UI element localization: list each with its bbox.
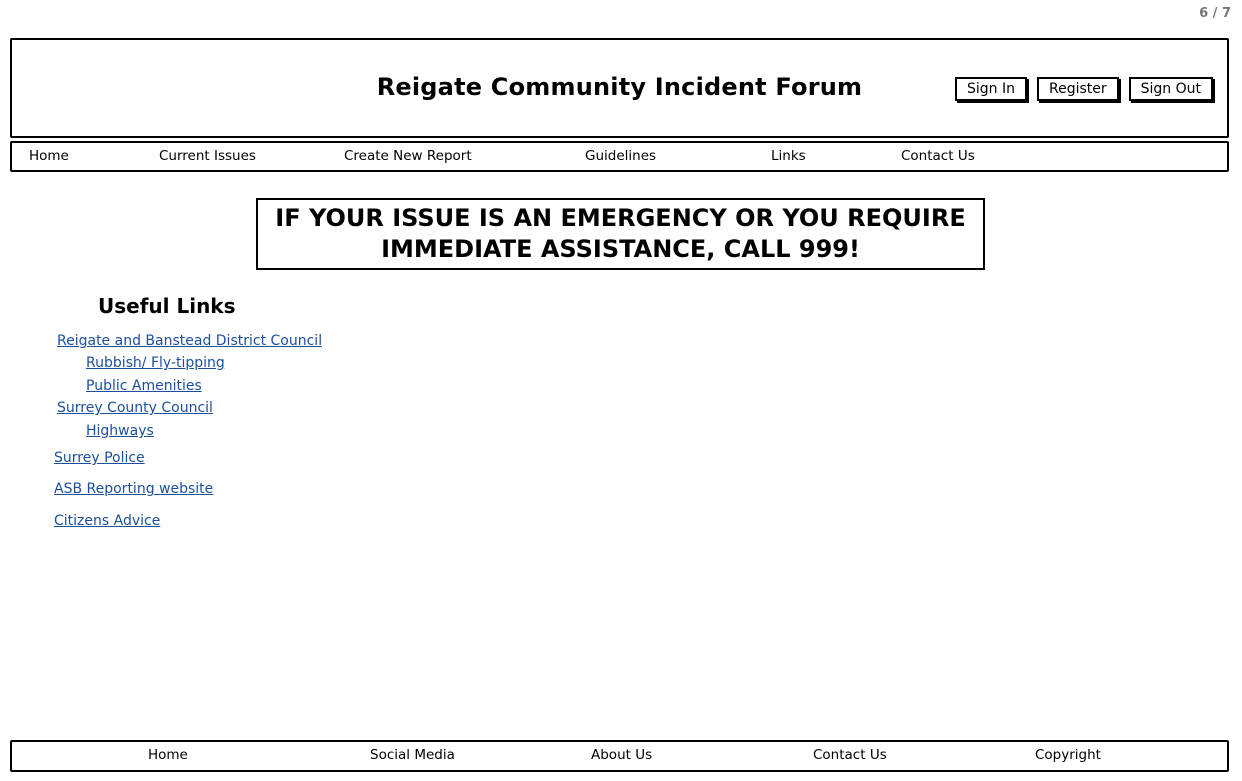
link-highways[interactable]: Highways [86,423,154,439]
link-rubbish-fly-tipping[interactable]: Rubbish/ Fly-tipping [86,355,225,371]
sign-in-button[interactable]: Sign In [954,77,1027,101]
site-footer: Home Social Media About Us Contact Us Co… [10,740,1229,772]
nav-item-home[interactable]: Home [29,143,69,170]
footer-item-social-media[interactable]: Social Media [370,742,455,769]
emergency-banner: IF YOUR ISSUE IS AN EMERGENCY OR YOU REQ… [256,198,985,270]
auth-buttons: Sign In Register Sign Out [954,77,1213,101]
footer-item-copyright[interactable]: Copyright [1035,742,1101,769]
nav-item-create-new-report[interactable]: Create New Report [344,143,472,170]
link-public-amenities[interactable]: Public Amenities [86,378,202,394]
page-counter: 6 / 7 [1199,6,1231,21]
main-nav: Home Current Issues Create New Report Gu… [10,141,1229,172]
footer-item-home[interactable]: Home [148,742,188,769]
useful-links-heading: Useful Links [98,294,236,318]
emergency-line-1: IF YOUR ISSUE IS AN EMERGENCY OR YOU REQ… [275,204,966,232]
nav-item-links[interactable]: Links [771,143,806,170]
sign-out-button[interactable]: Sign Out [1128,77,1213,101]
nav-item-contact-us[interactable]: Contact Us [901,143,975,170]
link-surrey-county-council[interactable]: Surrey County Council [57,400,213,416]
site-header: Reigate Community Incident Forum Sign In… [10,38,1229,138]
footer-item-about-us[interactable]: About Us [591,742,652,769]
emergency-line-2: IMMEDIATE ASSISTANCE, CALL 999! [381,235,860,263]
link-citizens-advice[interactable]: Citizens Advice [54,513,160,529]
link-asb-reporting[interactable]: ASB Reporting website [54,481,213,497]
footer-item-contact-us[interactable]: Contact Us [813,742,887,769]
nav-item-guidelines[interactable]: Guidelines [585,143,656,170]
link-reigate-banstead-council[interactable]: Reigate and Banstead District Council [57,333,322,349]
nav-item-current-issues[interactable]: Current Issues [159,143,256,170]
link-surrey-police[interactable]: Surrey Police [54,450,145,466]
register-button[interactable]: Register [1036,77,1119,101]
